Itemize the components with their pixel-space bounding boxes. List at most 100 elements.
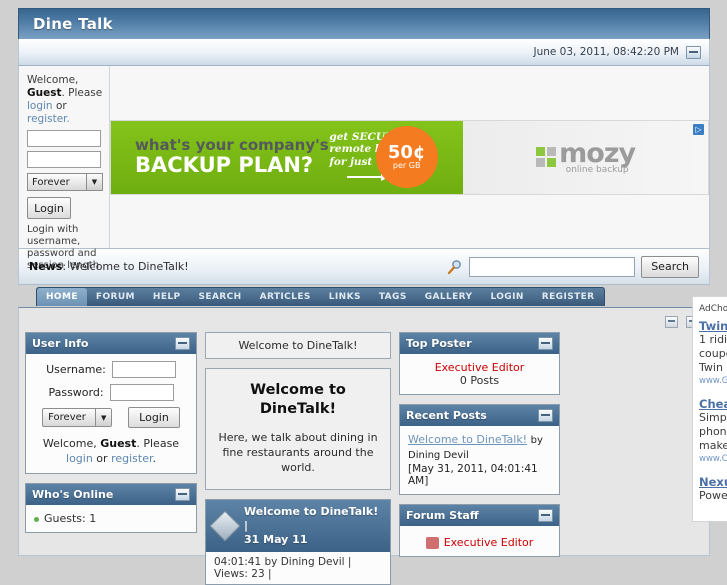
collapse-top-poster-icon[interactable] <box>538 337 553 350</box>
mozy-squares-icon <box>536 147 557 167</box>
nav-item-articles[interactable]: ARTICLES <box>251 288 320 306</box>
recent-post-link[interactable]: Welcome to DineTalk! <box>408 433 527 446</box>
username-label: Username: <box>46 363 106 376</box>
ad-item[interactable]: Cheap Cell Phones Simple, affordable Dor… <box>699 397 727 465</box>
nav-item-register[interactable]: REGISTER <box>533 288 604 306</box>
top-poster-panel: Top Poster Executive Editor 0 Posts <box>399 332 560 395</box>
login-actions: Forever ▼ Login <box>34 407 188 428</box>
nav-item-links[interactable]: LINKS <box>320 288 370 306</box>
session-length-select[interactable]: Forever ▼ <box>42 408 113 427</box>
top-poster-posts: 0 Posts <box>459 374 500 387</box>
latest-topic-meta: 04:01:41 by Dining Devil | Views: 23 | <box>205 552 391 585</box>
staff-row: Executive Editor <box>408 533 551 549</box>
main-navigation: HOME FORUM HELP SEARCH ARTICLES LINKS TA… <box>18 287 710 307</box>
search-icon <box>448 259 462 274</box>
quick-login-box: Welcome, Guest. Please login or register… <box>19 66 110 271</box>
chevron-down-icon: ▼ <box>95 409 112 426</box>
quick-session-select[interactable]: Forever ▼ <box>27 173 103 191</box>
note-register-link[interactable]: register <box>111 452 152 465</box>
adchoices-label[interactable]: AdChoices ▷ <box>699 303 727 314</box>
collapse-left-icon[interactable] <box>665 316 678 328</box>
user-info-panel: User Info Username: Password: Forever ▼ … <box>25 332 197 474</box>
note-please: . Please <box>136 437 180 450</box>
nav-item-help[interactable]: HELP <box>144 288 190 306</box>
quick-login-greeting: Welcome, Guest. Please login or register… <box>27 74 103 126</box>
quick-register-link[interactable]: register. <box>27 113 70 125</box>
banner-ad-area: what's your company's BACKUP PLAN? get S… <box>110 66 709 248</box>
ad-description: Simple, affordable Doro phones. The big … <box>699 411 727 452</box>
left-column: User Info Username: Password: Forever ▼ … <box>25 332 197 585</box>
banner-line-2: BACKUP PLAN? <box>135 153 314 177</box>
avatar <box>425 536 439 549</box>
recent-post-date: [May 31, 2011, 04:01:41 AM] <box>408 463 538 487</box>
banner-green-panel: what's your company's BACKUP PLAN? get S… <box>111 120 464 194</box>
login-and-banner-strip: Welcome, Guest. Please login or register… <box>18 66 710 271</box>
user-info-title: User Info <box>32 337 89 350</box>
news-bar: News: Welcome to DineTalk! Search <box>18 249 710 285</box>
username-input[interactable] <box>111 361 176 378</box>
note-login-link[interactable]: login <box>66 452 93 465</box>
nav-item-forum[interactable]: FORUM <box>87 288 144 306</box>
quick-username-input[interactable] <box>27 130 101 147</box>
arrow-icon <box>346 172 389 181</box>
collapse-whos-online-icon[interactable] <box>175 488 190 501</box>
nav-item-gallery[interactable]: GALLERY <box>416 288 482 306</box>
greeting-or: or <box>55 100 67 112</box>
nav-item-login[interactable]: LOGIN <box>481 288 532 306</box>
nav-tab-list: HOME FORUM HELP SEARCH ARTICLES LINKS TA… <box>36 287 605 306</box>
password-input[interactable] <box>109 384 174 401</box>
user-info-note: Welcome, Guest. Please login or register… <box>34 436 188 466</box>
ad-url[interactable]: www.Groupon.com/Twin-Cities <box>699 375 727 387</box>
quick-login-link[interactable]: login <box>27 100 53 112</box>
greeting-guest: Guest <box>27 87 62 99</box>
latest-topic-block: Welcome to DineTalk! | 31 May 11 04:01:4… <box>205 499 391 585</box>
welcome-title-line-1: Welcome to <box>250 382 346 398</box>
news-label: News <box>29 260 63 273</box>
welcome-strip: Welcome to DineTalk! <box>205 332 391 359</box>
whos-online-body: Guests: 1 <box>26 505 196 532</box>
adchoices-icon[interactable]: ▷ <box>693 123 704 135</box>
welcome-card-title: Welcome to DineTalk! <box>216 381 380 419</box>
ad-item[interactable]: Nexus S by Google Powered by <box>699 475 727 503</box>
recent-posts-panel: Recent Posts Welcome to DineTalk! by Din… <box>399 404 560 495</box>
nav-item-tags[interactable]: TAGS <box>370 288 416 306</box>
ad-item[interactable]: Twin Cities Coupons 1 ridiculously huge … <box>699 319 727 387</box>
password-label: Password: <box>48 386 104 399</box>
collapse-recent-posts-icon[interactable] <box>538 409 553 422</box>
ad-title[interactable]: Cheap Cell Phones <box>699 397 727 411</box>
top-poster-title: Top Poster <box>406 337 472 350</box>
board-area: User Info Username: Password: Forever ▼ … <box>18 307 710 585</box>
quick-session-value: Forever <box>32 176 70 188</box>
nav-item-home[interactable]: HOME <box>37 288 87 306</box>
quick-login-button[interactable]: Login <box>27 197 71 219</box>
site-title: Dine Talk <box>33 15 113 33</box>
note-or: or <box>92 452 112 465</box>
price-value: 50¢ <box>387 141 426 163</box>
nav-item-search[interactable]: SEARCH <box>190 288 251 306</box>
mozy-logo: mozy online backup <box>536 140 636 175</box>
collapse-header-icon[interactable] <box>686 45 701 59</box>
staff-member-name[interactable]: Executive Editor <box>444 536 534 549</box>
latest-topic-header[interactable]: Welcome to DineTalk! | 31 May 11 <box>205 499 391 552</box>
user-info-body: Username: Password: Forever ▼ Login Welc… <box>26 354 196 473</box>
ad-title[interactable]: Twin Cities Coupons <box>699 319 727 333</box>
top-poster-name[interactable]: Executive Editor <box>408 361 551 374</box>
ad-title[interactable]: Nexus S by Google <box>699 475 727 489</box>
mozy-banner-ad[interactable]: what's your company's BACKUP PLAN? get S… <box>110 119 709 195</box>
login-button[interactable]: Login <box>128 407 180 428</box>
adsense-box: AdChoices ▷ ❮ ❯ Twin Cities Coupons 1 ri… <box>692 296 727 522</box>
whos-online-header: Who's Online <box>26 484 196 505</box>
collapse-user-info-icon[interactable] <box>175 337 190 350</box>
chevron-down-icon: ▼ <box>86 174 102 190</box>
note-guest: Guest <box>100 437 137 450</box>
header-subbar: June 03, 2011, 08:42:20 PM <box>18 39 710 66</box>
forum-staff-body: Executive Editor <box>400 526 559 556</box>
ad-description: 1 ridiculously huge coupon a day. Like d… <box>699 333 727 374</box>
banner-line-1: what's your company's <box>135 136 329 154</box>
search-button[interactable]: Search <box>641 255 699 278</box>
collapse-forum-staff-icon[interactable] <box>538 509 553 522</box>
search-input[interactable] <box>469 256 636 277</box>
welcome-title-line-2: DineTalk! <box>259 401 337 417</box>
ad-url[interactable]: www.ConsumerCellular.com/... <box>699 453 727 465</box>
quick-password-input[interactable] <box>27 151 101 168</box>
